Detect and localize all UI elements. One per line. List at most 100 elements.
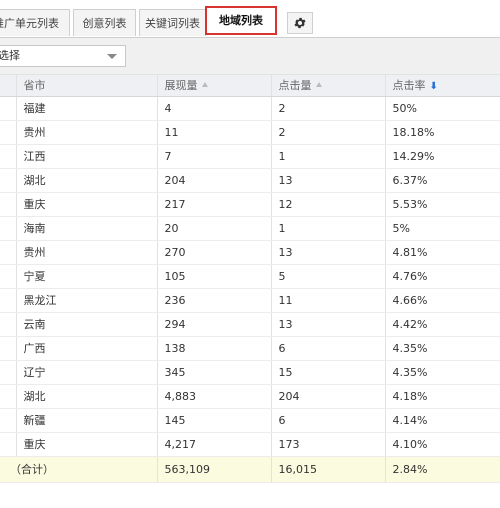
table-row[interactable]: 重庆 4,217 173 4.10%: [0, 432, 500, 457]
clicks-cell: 204: [271, 384, 386, 409]
clicks-cell: 11: [271, 288, 386, 313]
row-select-cell: [0, 408, 17, 433]
impressions-cell: 4,883: [157, 384, 272, 409]
ctr-cell: 4.76%: [385, 264, 500, 289]
filter-bar: 请选择: [0, 38, 500, 75]
tab-creative-list[interactable]: 创意列表: [73, 9, 136, 36]
ctr-cell: 50%: [385, 96, 500, 121]
ctr-cell: 4.18%: [385, 384, 500, 409]
ctr-cell: 4.81%: [385, 240, 500, 265]
region-cell: 福建: [16, 96, 158, 121]
region-table: 省市 展现量 点击量 点击率 ⬇ 福建 4 2 50% 贵州 11 2 18.18% 江西 7 1 14…: [0, 75, 500, 483]
ctr-cell: 14.29%: [385, 144, 500, 169]
table-row[interactable]: 辽宁 345 15 4.35%: [0, 360, 500, 385]
table-row[interactable]: 海南 20 1 5%: [0, 216, 500, 241]
region-select-value: 请选择: [0, 49, 20, 62]
column-header-clicks[interactable]: 点击量: [271, 75, 386, 97]
total-impressions: 563,109: [157, 456, 272, 483]
row-select-cell: [0, 144, 17, 169]
row-select-cell: [0, 240, 17, 265]
ctr-cell: 4.35%: [385, 360, 500, 385]
row-select-cell: [0, 120, 17, 145]
tab-keyword-list[interactable]: 关键词列表: [139, 9, 206, 36]
column-header-impressions[interactable]: 展现量: [157, 75, 272, 97]
chevron-down-icon: [107, 54, 117, 59]
ctr-cell: 4.42%: [385, 312, 500, 337]
impressions-cell: 145: [157, 408, 272, 433]
table-header-row: 省市 展现量 点击量 点击率 ⬇: [0, 75, 500, 97]
impressions-cell: 236: [157, 288, 272, 313]
column-header-label: 省市: [23, 79, 46, 93]
sort-up-icon: [315, 82, 322, 88]
gear-icon: [294, 17, 306, 29]
impressions-cell: 7: [157, 144, 272, 169]
settings-button[interactable]: [287, 12, 313, 34]
region-cell: 贵州: [16, 240, 158, 265]
clicks-cell: 1: [271, 216, 386, 241]
clicks-cell: 13: [271, 168, 386, 193]
region-cell: 湖北: [16, 384, 158, 409]
impressions-cell: 138: [157, 336, 272, 361]
region-cell: 重庆: [16, 432, 158, 457]
clicks-cell: 15: [271, 360, 386, 385]
ctr-cell: 4.35%: [385, 336, 500, 361]
row-select-cell: [0, 432, 17, 457]
table-row[interactable]: 黑龙江 236 11 4.66%: [0, 288, 500, 313]
region-select[interactable]: 请选择: [0, 45, 126, 67]
impressions-cell: 217: [157, 192, 272, 217]
row-select-cell: [0, 360, 17, 385]
tab-unit-list[interactable]: 推广单元列表: [0, 9, 70, 36]
clicks-cell: 1: [271, 144, 386, 169]
table-row[interactable]: 云南 294 13 4.42%: [0, 312, 500, 337]
clicks-cell: 12: [271, 192, 386, 217]
table-row[interactable]: 广西 138 6 4.35%: [0, 336, 500, 361]
table-row[interactable]: 新疆 145 6 4.14%: [0, 408, 500, 433]
region-cell: 广西: [16, 336, 158, 361]
row-select-cell: [0, 96, 17, 121]
table-row[interactable]: 福建 4 2 50%: [0, 96, 500, 121]
clicks-cell: 173: [271, 432, 386, 457]
table-row[interactable]: 重庆 217 12 5.53%: [0, 192, 500, 217]
table-row[interactable]: 湖北 4,883 204 4.18%: [0, 384, 500, 409]
region-cell: 辽宁: [16, 360, 158, 385]
table-row[interactable]: 宁夏 105 5 4.76%: [0, 264, 500, 289]
impressions-cell: 11: [157, 120, 272, 145]
total-clicks: 16,015: [271, 456, 386, 483]
column-header-ctr[interactable]: 点击率 ⬇: [385, 75, 500, 97]
total-label: （合计）: [0, 456, 158, 483]
column-header-region[interactable]: 省市: [16, 75, 158, 97]
ctr-cell: 5%: [385, 216, 500, 241]
clicks-cell: 6: [271, 336, 386, 361]
table-row[interactable]: 贵州 270 13 4.81%: [0, 240, 500, 265]
region-cell: 贵州: [16, 120, 158, 145]
impressions-cell: 294: [157, 312, 272, 337]
table-row[interactable]: 湖北 204 13 6.37%: [0, 168, 500, 193]
impressions-cell: 4: [157, 96, 272, 121]
table-row[interactable]: 江西 7 1 14.29%: [0, 144, 500, 169]
row-select-cell: [0, 384, 17, 409]
region-cell: 黑龙江: [16, 288, 158, 313]
region-cell: 新疆: [16, 408, 158, 433]
row-select-header: [0, 75, 17, 97]
sort-down-icon: ⬇: [429, 81, 438, 93]
row-select-cell: [0, 216, 17, 241]
table-row[interactable]: 贵州 11 2 18.18%: [0, 120, 500, 145]
region-cell: 云南: [16, 312, 158, 337]
tab-region-list[interactable]: 地域列表: [205, 6, 277, 35]
ctr-cell: 4.14%: [385, 408, 500, 433]
clicks-cell: 13: [271, 312, 386, 337]
ctr-cell: 4.66%: [385, 288, 500, 313]
region-cell: 海南: [16, 216, 158, 241]
ctr-cell: 18.18%: [385, 120, 500, 145]
ctr-cell: 5.53%: [385, 192, 500, 217]
clicks-cell: 5: [271, 264, 386, 289]
row-select-cell: [0, 336, 17, 361]
column-header-label: 点击量: [278, 79, 312, 93]
row-select-cell: [0, 288, 17, 313]
total-ctr: 2.84%: [385, 456, 500, 483]
ctr-cell: 6.37%: [385, 168, 500, 193]
sort-up-icon: [201, 82, 208, 88]
column-header-label: 展现量: [164, 79, 198, 93]
total-row: （合计） 563,109 16,015 2.84%: [0, 456, 500, 483]
impressions-cell: 20: [157, 216, 272, 241]
